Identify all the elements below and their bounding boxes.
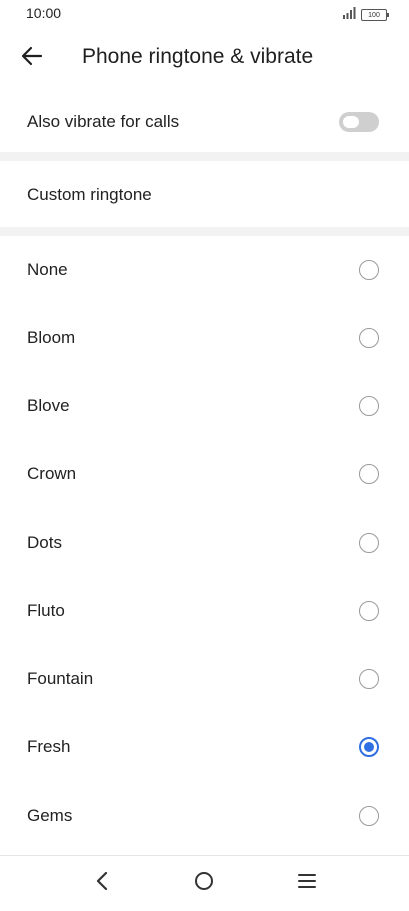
ringtone-item-crown[interactable]: Crown	[0, 447, 409, 501]
signal-icon	[342, 6, 356, 24]
ringtone-item-gems[interactable]: Gems	[0, 789, 409, 843]
ringtone-item-none[interactable]: None	[0, 243, 409, 297]
radio-button-selected[interactable]	[359, 737, 379, 757]
page-title: Phone ringtone & vibrate	[82, 45, 314, 68]
section-divider	[0, 152, 409, 161]
navigation-bar	[0, 855, 409, 911]
ringtone-label: Dots	[27, 533, 62, 552]
ringtone-item-fresh[interactable]: Fresh	[0, 720, 409, 774]
custom-ringtone-label: Custom ringtone	[27, 185, 152, 204]
menu-icon	[297, 872, 317, 895]
header: Phone ringtone & vibrate	[0, 32, 409, 84]
radio-button[interactable]	[359, 260, 379, 280]
status-bar: 10:00 100	[0, 0, 409, 28]
chevron-left-icon	[94, 870, 110, 897]
ringtone-label: None	[27, 260, 68, 279]
arrow-left-icon	[21, 45, 43, 72]
radio-button[interactable]	[359, 533, 379, 553]
ringtone-label: Gems	[27, 806, 73, 825]
radio-button[interactable]	[359, 669, 379, 689]
ringtone-item-blove[interactable]: Blove	[0, 379, 409, 433]
ringtone-item-bloom[interactable]: Bloom	[0, 311, 409, 365]
vibrate-label: Also vibrate for calls	[27, 112, 180, 131]
radio-button[interactable]	[359, 396, 379, 416]
ringtone-label: Fresh	[27, 737, 71, 756]
ringtone-item-fountain[interactable]: Fountain	[0, 652, 409, 706]
section-divider	[0, 227, 409, 236]
circle-home-icon	[193, 870, 215, 897]
ringtone-item-fluto[interactable]: Fluto	[0, 584, 409, 638]
ringtone-label: Fluto	[27, 601, 65, 620]
status-time: 10:00	[26, 5, 62, 21]
vibrate-setting-row[interactable]: Also vibrate for calls	[0, 96, 409, 148]
battery-icon: 100	[361, 9, 389, 21]
ringtone-label: Crown	[27, 464, 77, 483]
radio-button[interactable]	[359, 806, 379, 826]
vibrate-toggle[interactable]	[339, 112, 379, 132]
radio-button[interactable]	[359, 328, 379, 348]
ringtone-item-dots[interactable]: Dots	[0, 516, 409, 570]
radio-button[interactable]	[359, 601, 379, 621]
ringtone-label: Bloom	[27, 328, 76, 347]
status-icons: 100	[342, 6, 389, 24]
back-button[interactable]	[18, 44, 46, 72]
nav-home-button[interactable]	[189, 870, 219, 896]
nav-back-button[interactable]	[87, 870, 117, 896]
custom-ringtone-row[interactable]: Custom ringtone	[0, 168, 409, 222]
nav-menu-button[interactable]	[292, 870, 322, 896]
radio-button[interactable]	[359, 464, 379, 484]
ringtone-label: Fountain	[27, 669, 94, 688]
toggle-knob	[343, 116, 359, 128]
ringtone-label: Blove	[27, 396, 70, 415]
